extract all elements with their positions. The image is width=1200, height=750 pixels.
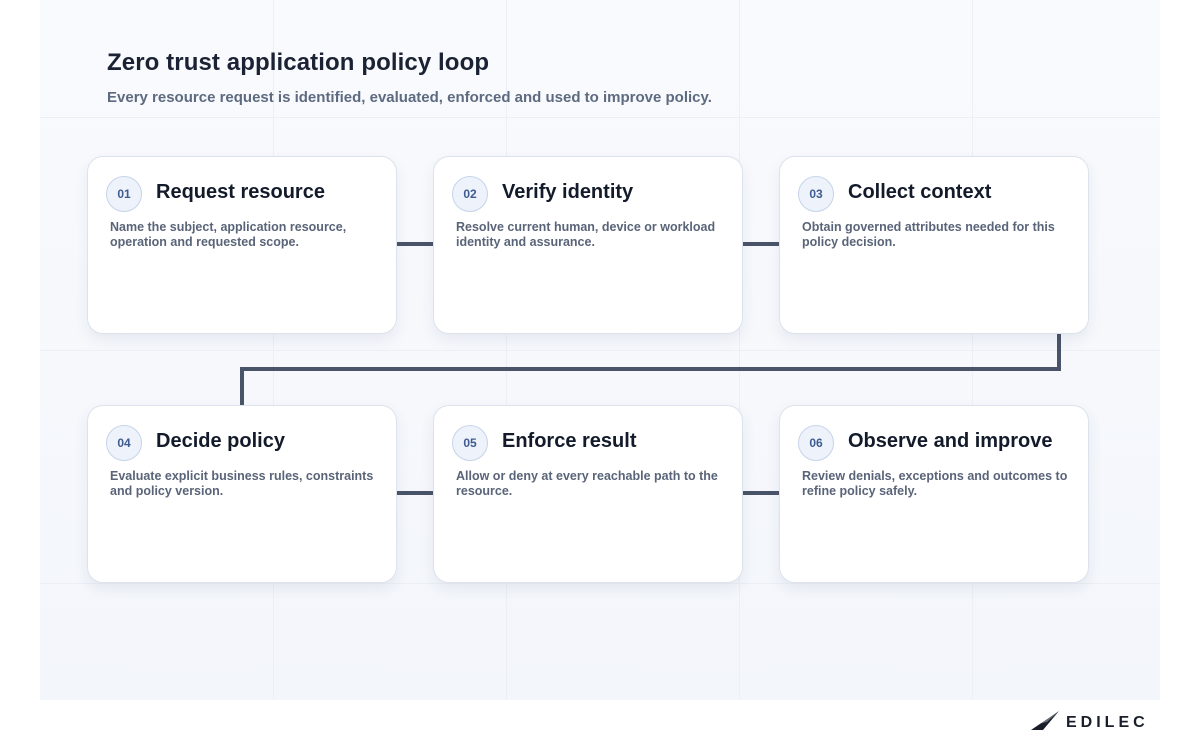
- page-title: Zero trust application policy loop: [107, 49, 490, 76]
- connector-4-5: [397, 491, 434, 495]
- step-number-badge: 03: [798, 176, 834, 212]
- connector-3-down: [1057, 333, 1061, 371]
- connector-2-3: [743, 242, 780, 246]
- step-card-decide-policy: 04 Decide policy Evaluate explicit busin…: [87, 405, 397, 583]
- step-description: Allow or deny at every reachable path to…: [456, 469, 718, 498]
- step-card-verify-identity: 02 Verify identity Resolve current human…: [433, 156, 743, 334]
- step-description: Resolve current human, device or workloa…: [456, 220, 716, 249]
- connector-1-2: [397, 242, 434, 246]
- paper-plane-icon: [1030, 710, 1060, 737]
- step-description: Review denials, exceptions and outcomes …: [802, 469, 1068, 498]
- step-description: Obtain governed attributes needed for th…: [802, 220, 1055, 249]
- step-number-badge: 02: [452, 176, 488, 212]
- connector-5-6: [743, 491, 780, 495]
- page-subtitle: Every resource request is identified, ev…: [107, 89, 712, 106]
- step-card-request-resource: 01 Request resource Name the subject, ap…: [87, 156, 397, 334]
- connector-3-4-horizontal: [240, 367, 1061, 371]
- step-title: Observe and improve: [848, 430, 1053, 452]
- step-card-collect-context: 03 Collect context Obtain governed attri…: [779, 156, 1089, 334]
- step-title: Verify identity: [502, 181, 634, 203]
- step-title: Collect context: [848, 181, 992, 203]
- brand-logo: EDILEC: [1030, 710, 1149, 736]
- step-description: Name the subject, application resource, …: [110, 220, 347, 249]
- grid-line: [40, 117, 1160, 118]
- step-card-observe-and-improve: 06 Observe and improve Review denials, e…: [779, 405, 1089, 583]
- step-number-badge: 04: [106, 425, 142, 461]
- step-description: Evaluate explicit business rules, constr…: [110, 469, 374, 498]
- grid-line: [972, 0, 973, 700]
- step-card-enforce-result: 05 Enforce result Allow or deny at every…: [433, 405, 743, 583]
- brand-wordmark: EDILEC: [1066, 714, 1149, 731]
- step-number-badge: 05: [452, 425, 488, 461]
- step-title: Request resource: [156, 181, 325, 203]
- grid-line: [40, 583, 1160, 584]
- step-title: Decide policy: [156, 430, 285, 452]
- connector-4-up: [240, 367, 244, 405]
- grid-line: [40, 350, 1160, 351]
- step-number-badge: 06: [798, 425, 834, 461]
- step-title: Enforce result: [502, 430, 637, 452]
- grid-line: [739, 0, 740, 700]
- step-number-badge: 01: [106, 176, 142, 212]
